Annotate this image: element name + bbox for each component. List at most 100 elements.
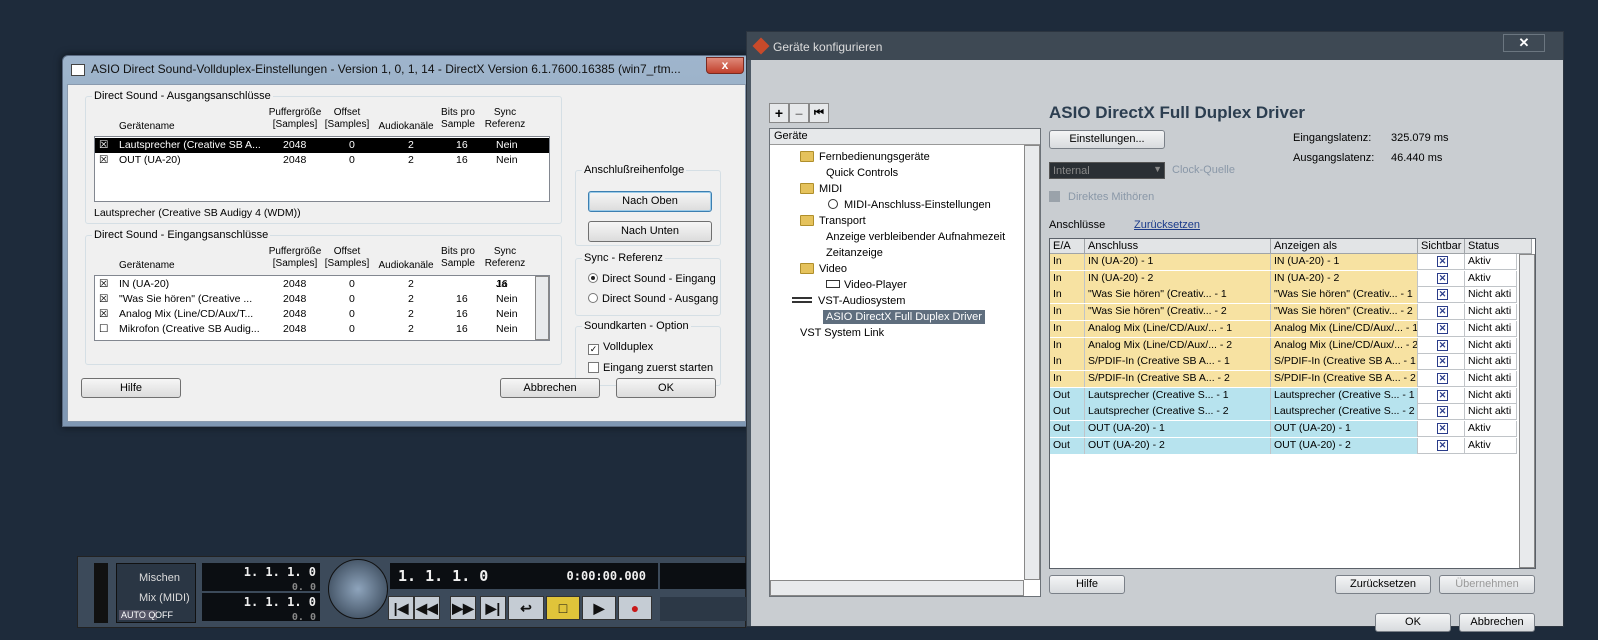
sync-input-radio[interactable]: Direct Sound - Eingang — [588, 273, 716, 285]
tree-item-quick-controls[interactable]: Quick Controls — [826, 166, 898, 180]
close-button[interactable]: x — [706, 57, 744, 74]
row-show-as[interactable]: OUT (UA-20) - 2 — [1271, 437, 1418, 454]
output-row[interactable]: ☒ OUT (UA-20) 2048 0 2 16 Nein — [95, 153, 549, 168]
fast-forward-button[interactable]: ▶▶ — [450, 596, 476, 620]
input-row[interactable]: ☒ IN (UA-20) 2048 0 2 16 Ja — [95, 277, 549, 292]
position-display[interactable]: 1. 1. 1. 0 0:00:00.000 — [390, 563, 658, 589]
port-row[interactable]: In "Was Sie hören" (Creativ... - 2 "Was Si… — [1050, 304, 1517, 321]
tree-horizontal-scrollbar[interactable] — [770, 580, 1024, 596]
visible-checkbox[interactable]: ✕ — [1437, 306, 1448, 318]
row-show-as[interactable]: S/PDIF-In (Creative SB A... - 1 — [1271, 354, 1418, 371]
visible-checkbox[interactable]: ✕ — [1437, 272, 1448, 284]
reset-button[interactable]: Zurücksetzen — [1335, 575, 1431, 594]
col-port[interactable]: Anschluss — [1085, 239, 1271, 254]
row-show-as[interactable]: Lautsprecher (Creative S... - 1 — [1271, 387, 1418, 404]
visible-checkbox[interactable]: ✕ — [1437, 322, 1448, 334]
row-show-as[interactable]: IN (UA-20) - 2 — [1271, 270, 1418, 287]
visible-checkbox[interactable]: ✕ — [1437, 389, 1448, 401]
move-up-button[interactable]: Nach Oben — [588, 191, 712, 212]
tree-item-video[interactable]: Video — [800, 262, 847, 276]
help-button[interactable]: Hilfe — [1049, 575, 1125, 594]
tree-item-midi-port-setup[interactable]: MIDI-Anschluss-Einstellungen — [828, 198, 991, 212]
record-button[interactable]: ● — [618, 596, 652, 620]
col-status[interactable]: Status — [1465, 239, 1532, 254]
mixer-mode[interactable]: Mischen — [139, 572, 180, 584]
table-scrollbar[interactable] — [1519, 254, 1535, 568]
visible-checkbox[interactable]: ✕ — [1437, 406, 1448, 418]
row-show-as[interactable]: "Was Sie hören" (Creativ... - 1 — [1271, 287, 1418, 304]
rewind-button[interactable]: ◀◀ — [414, 596, 440, 620]
tree-item-transport[interactable]: Transport — [800, 214, 866, 228]
input-row[interactable]: ☒ "Was Sie hören" (Creative ... 2048 0 2… — [95, 292, 549, 307]
input-first-checkbox[interactable]: Eingang zuerst starten — [588, 362, 713, 374]
go-to-end-button[interactable]: ▶| — [480, 596, 506, 620]
col-visible[interactable]: Sichtbar — [1418, 239, 1465, 254]
add-device-button[interactable]: + — [769, 103, 789, 123]
row-show-as[interactable]: S/PDIF-In (Creative SB A... - 2 — [1271, 370, 1418, 387]
visible-checkbox[interactable]: ✕ — [1437, 439, 1448, 451]
ok-button[interactable]: OK — [616, 378, 716, 398]
input-row[interactable]: ☐ Mikrofon (Creative SB Audig... 2048 0 … — [95, 322, 549, 337]
left-locator[interactable]: 1. 1. 1. 0 0. 0 — [202, 563, 320, 593]
row-checkbox[interactable]: ☒ — [99, 278, 108, 290]
cancel-button[interactable]: Abbrechen — [1459, 613, 1535, 632]
port-row[interactable]: In S/PDIF-In (Creative SB A... - 1 S/PDIF-… — [1050, 354, 1517, 371]
reset-device-button[interactable]: ⏮ — [809, 103, 829, 123]
visible-checkbox[interactable]: ✕ — [1437, 423, 1448, 434]
row-show-as[interactable]: Lautsprecher (Creative S... - 2 — [1271, 404, 1418, 421]
visible-checkbox[interactable]: ✕ — [1437, 356, 1448, 368]
tree-vertical-scrollbar[interactable] — [1024, 145, 1040, 580]
jog-wheel[interactable] — [328, 559, 388, 619]
port-row[interactable]: In S/PDIF-In (Creative SB A... - 2 S/PDIF-… — [1050, 370, 1517, 387]
direct-monitoring-checkbox[interactable]: Direktes Mithören — [1049, 191, 1154, 203]
port-row[interactable]: In IN (UA-20) - 1 IN (UA-20) - 1 ✕ Aktiv — [1050, 254, 1517, 270]
port-row[interactable]: Out Lautsprecher (Creative S... - 1 Lautsp… — [1050, 387, 1517, 404]
play-button[interactable]: ▶ — [582, 596, 616, 620]
port-row[interactable]: In Analog Mix (Line/CD/Aux/... - 2 Analog … — [1050, 337, 1517, 354]
row-show-as[interactable]: Analog Mix (Line/CD/Aux/... - 1 — [1271, 320, 1418, 337]
row-show-as[interactable]: Analog Mix (Line/CD/Aux/... - 2 — [1271, 337, 1418, 354]
tree-item-midi[interactable]: MIDI — [800, 182, 842, 196]
radio-icon[interactable] — [588, 293, 598, 303]
visible-checkbox[interactable]: ✕ — [1437, 289, 1448, 301]
row-show-as[interactable]: IN (UA-20) - 1 — [1271, 254, 1418, 270]
input-row[interactable]: ☒ Analog Mix (Line/CD/Aux/T... 2048 0 2 … — [95, 307, 549, 322]
row-checkbox[interactable]: ☒ — [99, 139, 108, 151]
ok-button[interactable]: OK — [1375, 613, 1451, 632]
visible-checkbox[interactable]: ✕ — [1437, 372, 1448, 384]
port-row[interactable]: Out Lautsprecher (Creative S... - 2 Lautsp… — [1050, 404, 1517, 421]
row-show-as[interactable]: "Was Sie hören" (Creativ... - 2 — [1271, 304, 1418, 321]
port-row[interactable]: In Analog Mix (Line/CD/Aux/... - 1 Analog … — [1050, 320, 1517, 337]
checkbox-icon[interactable] — [588, 362, 599, 373]
tree-item-vst-audio[interactable]: VST-Audiosystem — [792, 294, 905, 308]
right-locator[interactable]: 1. 1. 1. 0 0. 0 — [202, 593, 320, 623]
tree-item-remote-devices[interactable]: Fernbedienungsgeräte — [800, 150, 930, 164]
sync-output-radio[interactable]: Direct Sound - Ausgang — [588, 293, 718, 305]
port-row[interactable]: In "Was Sie hören" (Creativ... - 1 "Was Si… — [1050, 287, 1517, 304]
cycle-button[interactable]: ↩ — [508, 596, 544, 620]
checkbox-icon[interactable] — [1049, 191, 1060, 202]
close-button[interactable]: ✕ — [1503, 34, 1545, 52]
clock-source-select[interactable]: Internal ▼ — [1049, 162, 1165, 179]
reset-ports-link[interactable]: Zurücksetzen — [1134, 219, 1200, 231]
remove-device-button[interactable]: – — [789, 103, 809, 123]
tree-item-vst-system-link[interactable]: VST System Link — [800, 326, 884, 340]
autoq-label[interactable]: AUTO Q — [119, 610, 158, 620]
apply-button[interactable]: Übernehmen — [1439, 575, 1535, 594]
tree-item-asio-driver[interactable]: ASIO DirectX Full Duplex Driver — [823, 310, 985, 324]
row-show-as[interactable]: OUT (UA-20) - 1 — [1271, 421, 1418, 437]
help-button[interactable]: Hilfe — [81, 378, 181, 398]
duplex-checkbox[interactable]: ✓ Vollduplex — [588, 341, 653, 355]
visible-checkbox[interactable]: ✕ — [1437, 256, 1448, 267]
col-show-as[interactable]: Anzeigen als — [1271, 239, 1418, 254]
autoq-off[interactable]: OFF — [155, 610, 173, 620]
output-row[interactable]: ☒ Lautsprecher (Creative SB A... 2048 0 … — [95, 138, 549, 153]
port-row[interactable]: Out OUT (UA-20) - 2 OUT (UA-20) - 2 ✕ Aktiv — [1050, 437, 1517, 454]
radio-icon[interactable] — [588, 273, 598, 283]
tree-item-video-player[interactable]: Video-Player — [826, 278, 907, 292]
stop-button[interactable]: □ — [546, 596, 580, 620]
visible-checkbox[interactable]: ✕ — [1437, 339, 1448, 351]
port-row[interactable]: Out OUT (UA-20) - 1 OUT (UA-20) - 1 ✕ Aktiv — [1050, 421, 1517, 437]
row-checkbox[interactable]: ☐ — [99, 323, 108, 335]
move-down-button[interactable]: Nach Unten — [588, 221, 712, 242]
